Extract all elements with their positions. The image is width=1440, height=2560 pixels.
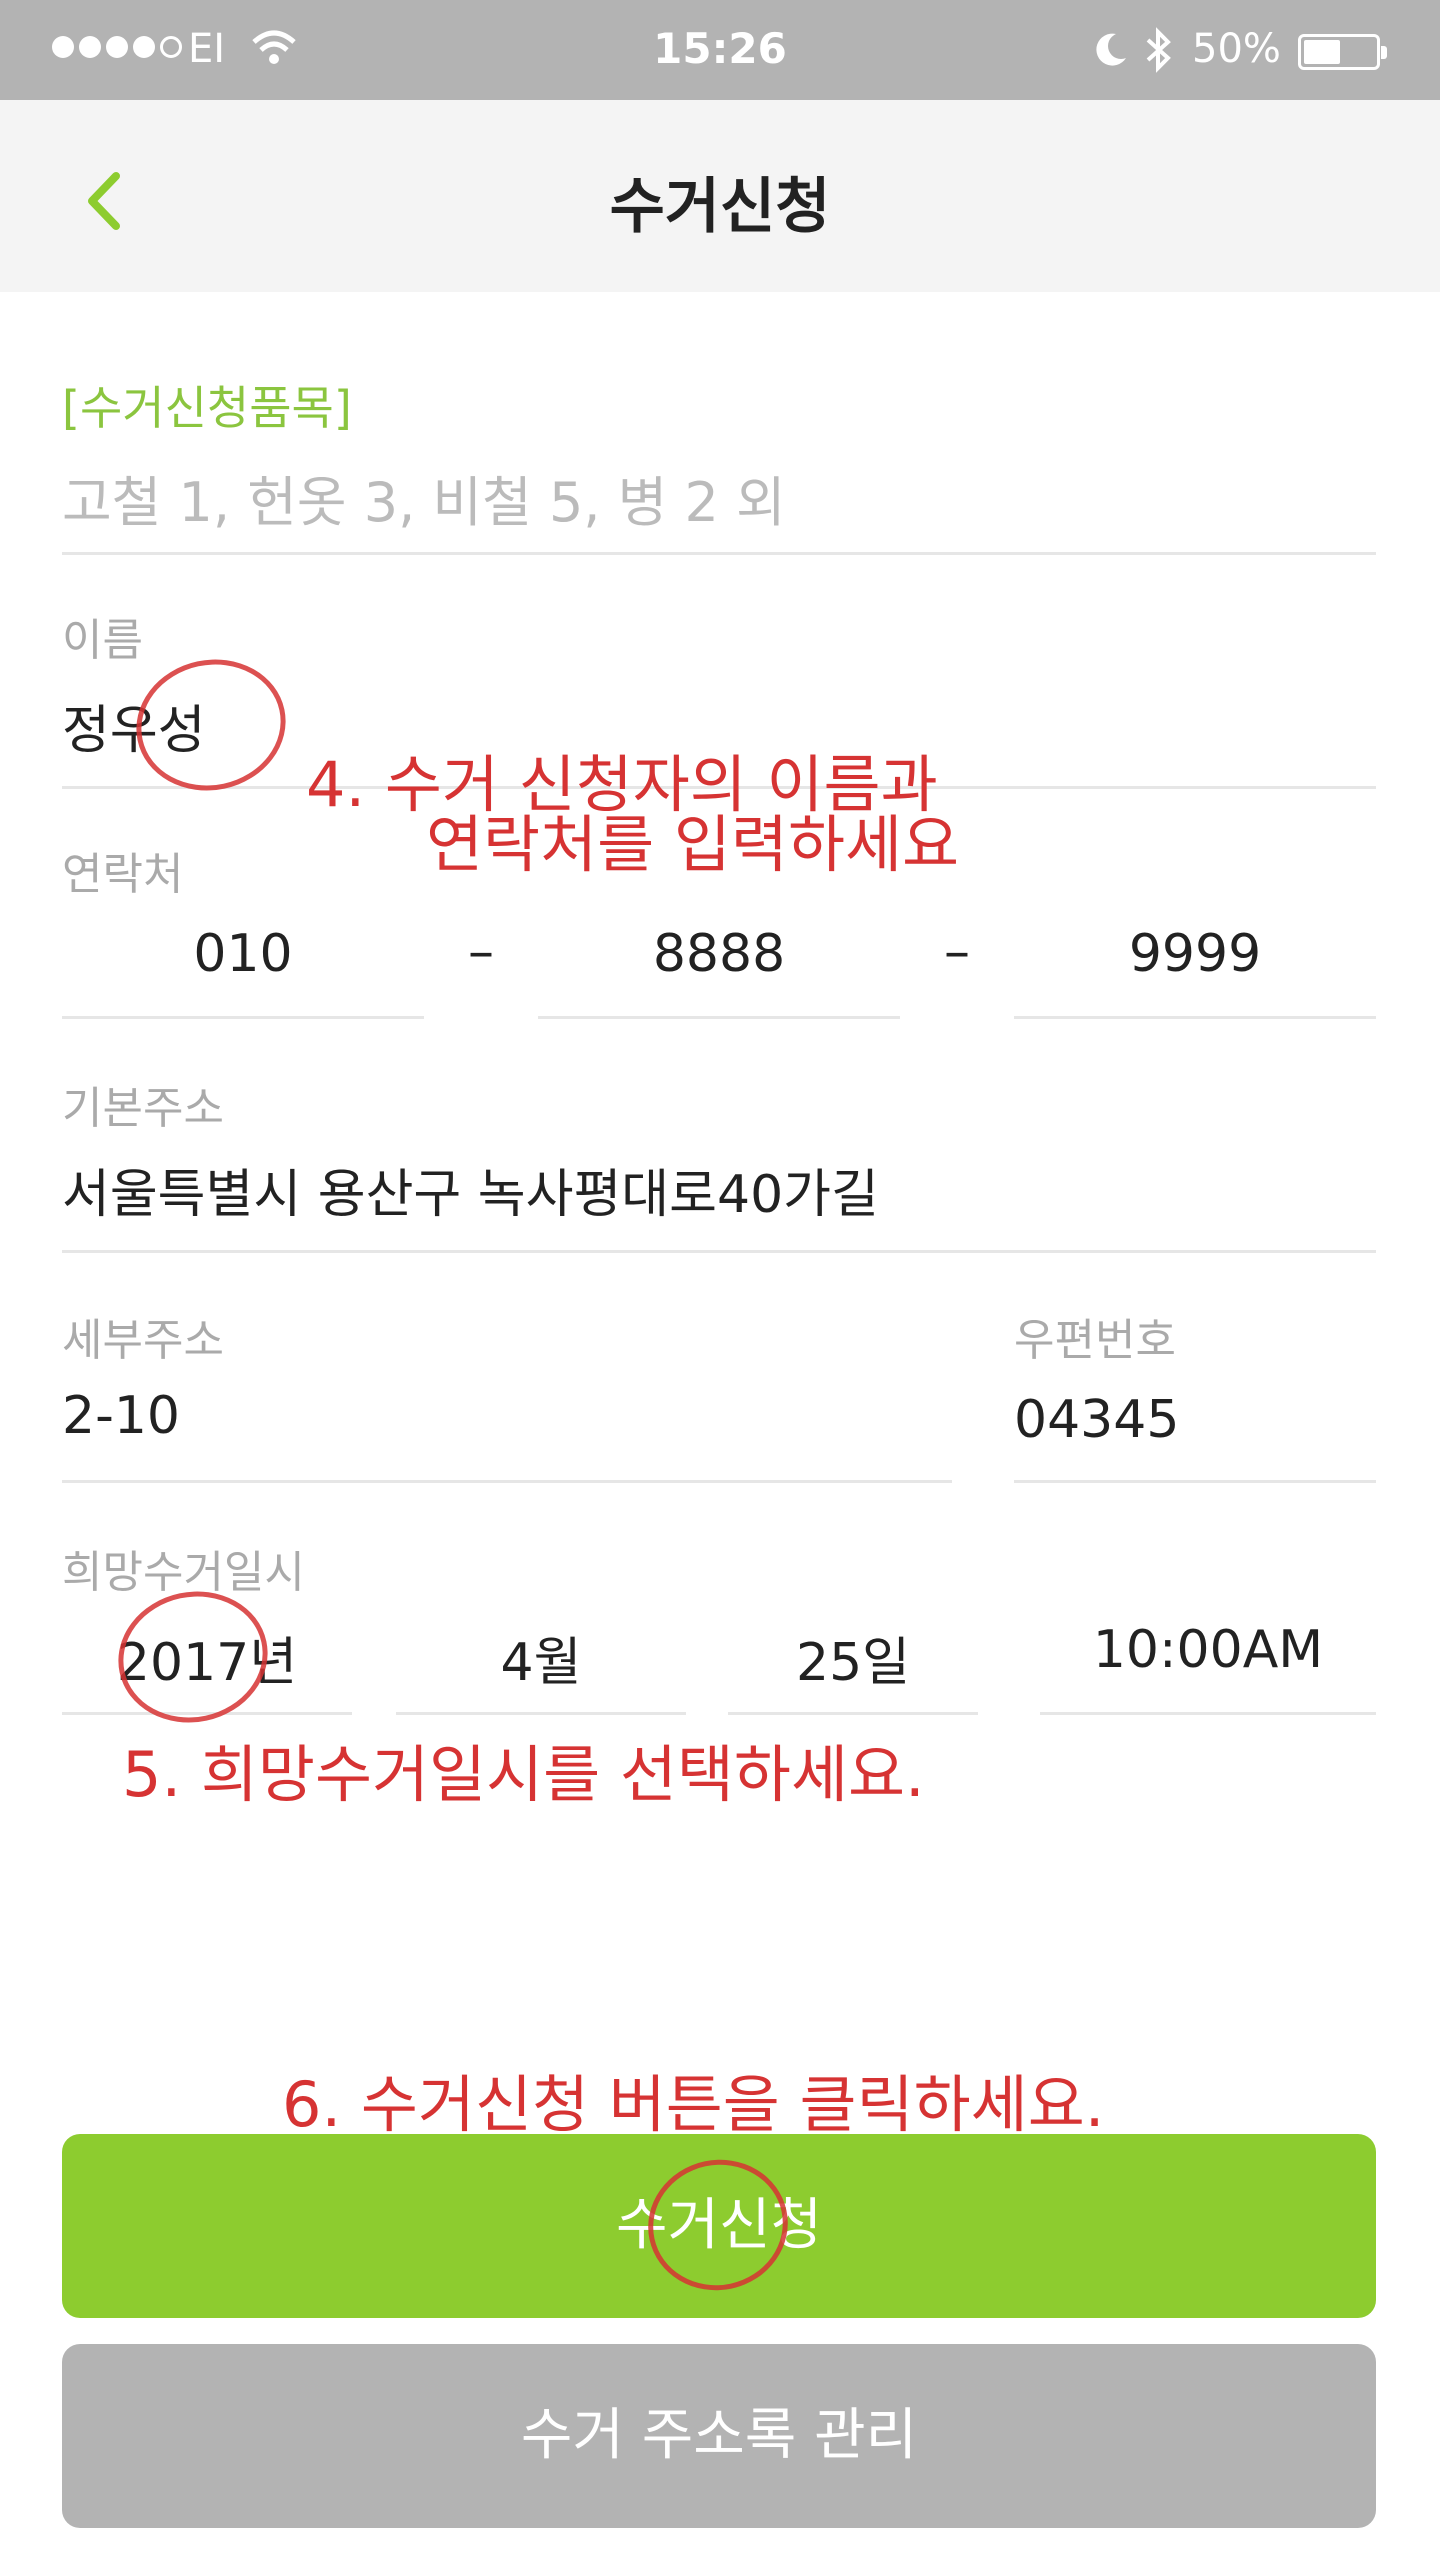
items-summary[interactable]: 고철 1, 헌옷 3, 비철 5, 병 2 외: [62, 458, 786, 537]
phone-label: 연락처: [62, 849, 184, 900]
divider: [538, 1016, 900, 1019]
time-select[interactable]: 10:00AM: [1040, 1620, 1376, 1680]
phone-separator: –: [944, 922, 970, 982]
divider: [1014, 1480, 1376, 1483]
detail-address-field[interactable]: 2-10: [62, 1386, 180, 1446]
postal-code-field[interactable]: 04345: [1014, 1390, 1179, 1450]
annotation-step6: 6. 수거신청 버튼을 클릭하세요.: [282, 2068, 1105, 2141]
divider: [62, 1250, 1376, 1253]
day-select[interactable]: 25일: [728, 1620, 978, 1695]
status-bar: EI 15:26 50%: [0, 0, 1440, 100]
divider: [62, 552, 1376, 555]
phone-part1-field[interactable]: 010: [62, 924, 424, 984]
divider: [1040, 1712, 1376, 1715]
page-title: 수거신청: [609, 172, 831, 242]
do-not-disturb-icon: [1090, 30, 1130, 74]
name-label: 이름: [62, 615, 143, 666]
address-field[interactable]: 서울특별시 용산구 녹사평대로40가길: [62, 1152, 879, 1227]
battery-icon: [1298, 34, 1387, 70]
divider: [1014, 1016, 1376, 1019]
battery-percent: 50%: [1192, 26, 1281, 72]
phone-part2-field[interactable]: 8888: [538, 924, 900, 984]
detail-address-label: 세부주소: [62, 1315, 224, 1366]
navigation-bar: 수거신청: [0, 100, 1440, 292]
address-label: 기본주소: [62, 1083, 224, 1134]
divider: [728, 1712, 978, 1715]
annotation-step5: 5. 희망수거일시를 선택하세요.: [122, 1738, 925, 1811]
items-label: [수거신청품목]: [62, 381, 352, 435]
month-select[interactable]: 4월: [396, 1620, 686, 1695]
pickup-datetime-label: 희망수거일시: [62, 1547, 305, 1598]
address-book-button[interactable]: 수거 주소록 관리: [62, 2344, 1376, 2528]
bluetooth-icon: [1144, 26, 1174, 78]
divider: [62, 1480, 952, 1483]
postal-code-label: 우편번호: [1014, 1315, 1176, 1366]
phone-part3-field[interactable]: 9999: [1014, 924, 1376, 984]
annotation-circle: [124, 645, 298, 805]
annotation-step4-line2: 연락처를 입력하세요: [426, 808, 960, 881]
phone-separator: –: [468, 922, 494, 982]
divider: [62, 1016, 424, 1019]
divider: [396, 1712, 686, 1715]
